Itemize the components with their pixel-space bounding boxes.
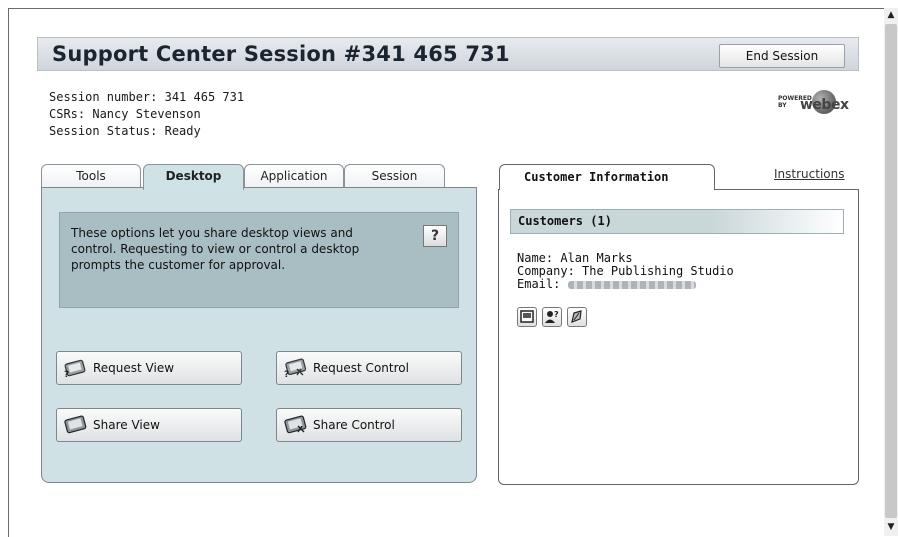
share-view-label: Share View (93, 418, 160, 432)
end-session-button[interactable]: End Session (719, 44, 845, 68)
request-control-button[interactable]: ? Request Control (276, 351, 462, 385)
note-button[interactable] (567, 307, 587, 327)
tab-customer-information[interactable]: Customer Information (499, 164, 715, 190)
svg-text:?: ? (554, 310, 559, 319)
share-view-icon (64, 415, 87, 434)
blurred-email (567, 280, 696, 289)
session-csrs: CSRs: Nancy Stevenson (49, 107, 201, 121)
scroll-up-icon[interactable]: ▲ (884, 8, 898, 22)
svg-text:?: ? (284, 370, 289, 379)
request-control-label: Request Control (313, 361, 409, 375)
customer-details: Name: Alan Marks Company: The Publishing… (517, 252, 734, 291)
request-view-button[interactable]: ? Request View (56, 351, 242, 385)
webex-logo: POWERED BY webex (778, 90, 849, 120)
customer-info-button[interactable]: ? (542, 307, 562, 327)
share-control-button[interactable]: Share Control (276, 408, 462, 442)
instructions-link[interactable]: Instructions (774, 167, 844, 181)
tab-label: Desktop (165, 169, 222, 183)
tab-session[interactable]: Session (344, 164, 445, 188)
share-control-icon (284, 415, 307, 434)
tab-label: Session (371, 169, 418, 183)
scroll-down-icon[interactable]: ▼ (884, 520, 898, 534)
help-button[interactable]: ? (423, 225, 447, 247)
request-view-icon: ? (64, 359, 86, 379)
tab-label: Application (260, 169, 328, 183)
webex-brand-text: webex (800, 97, 849, 113)
request-view-label: Request View (93, 361, 175, 375)
customer-email-row: Email: (517, 278, 734, 291)
share-control-label: Share Control (313, 418, 395, 432)
session-status: Session Status: Ready (49, 124, 201, 138)
scroll-thumb[interactable] (885, 24, 897, 518)
customer-email-label: Email: (517, 277, 561, 291)
note-icon (571, 310, 582, 323)
tab-application[interactable]: Application (244, 164, 344, 188)
tab-desktop[interactable]: Desktop (143, 164, 244, 190)
page-title: Support Center Session #341 465 731 (52, 42, 510, 66)
svg-text:?: ? (64, 370, 69, 379)
customers-header: Customers (1) (510, 209, 844, 234)
customer-info-icon: ? (545, 310, 559, 323)
tab-label: Tools (76, 169, 106, 183)
tab-tools[interactable]: Tools (41, 164, 141, 188)
session-info: Session number: 341 465 731 CSRs: Nancy … (49, 89, 244, 140)
request-control-icon: ? (284, 358, 307, 379)
vertical-scrollbar[interactable]: ▲ ▼ (884, 8, 898, 536)
powered-by-text: POWERED BY (778, 95, 812, 109)
share-view-button[interactable]: Share View (56, 408, 242, 442)
chat-button[interactable] (517, 307, 537, 327)
chat-icon (520, 310, 534, 323)
desktop-description: These options let you share desktop view… (71, 226, 360, 272)
session-number: Session number: 341 465 731 (49, 90, 245, 104)
